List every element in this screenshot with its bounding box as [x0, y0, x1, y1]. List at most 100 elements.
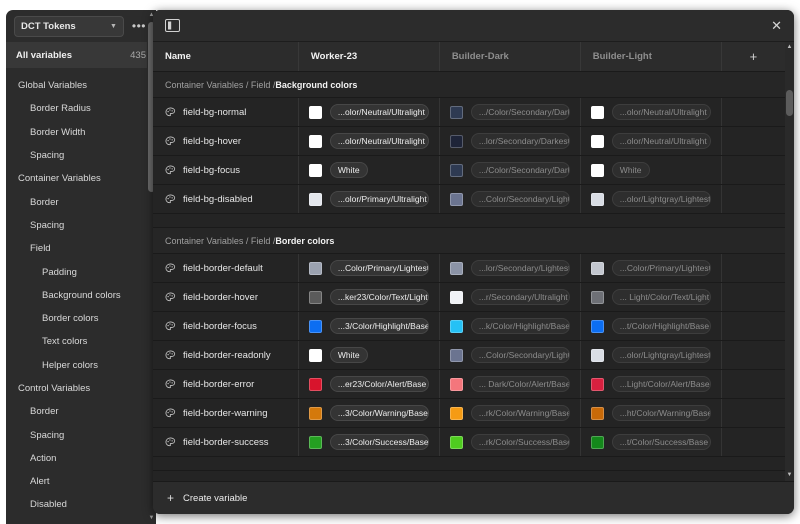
alias-chip[interactable]: ...r/Secondary/Ultralight: [470, 289, 570, 305]
color-swatch[interactable]: [308, 105, 322, 119]
variable-value-cell[interactable]: .../Color/Secondary/Dark: [440, 156, 581, 184]
color-swatch[interactable]: [590, 377, 604, 391]
variable-value-cell[interactable]: ...ht/Color/Warning/Base: [581, 399, 722, 427]
color-swatch[interactable]: [308, 163, 322, 177]
variable-value-cell[interactable]: ...olor/Lightgray/Lightest: [581, 185, 722, 213]
color-swatch[interactable]: [449, 348, 463, 362]
variable-value-cell[interactable]: ...olor/Neutral/Ultralight: [299, 127, 440, 155]
variable-value-cell[interactable]: ... Dark/Color/Alert/Base: [440, 370, 581, 398]
variable-value-cell[interactable]: ...Color/Secondary/Light: [440, 341, 581, 369]
variable-name-cell[interactable]: field-border-default: [153, 254, 299, 282]
alias-chip[interactable]: ...olor/Neutral/Ultralight: [611, 104, 711, 120]
color-swatch[interactable]: [308, 192, 322, 206]
color-swatch[interactable]: [449, 377, 463, 391]
color-swatch[interactable]: [449, 319, 463, 333]
sidebar-item-spacing[interactable]: Spacing: [6, 423, 156, 446]
color-swatch[interactable]: [590, 406, 604, 420]
color-swatch[interactable]: [590, 290, 604, 304]
color-swatch[interactable]: [308, 377, 322, 391]
table-row[interactable]: field-border-success ...3/Color/Success/B…: [153, 428, 785, 457]
variable-value-cell[interactable]: ...olor/Neutral/Ultralight: [299, 98, 440, 126]
variable-value-cell[interactable]: ...ker23/Color/Text/Light: [299, 283, 440, 311]
table-row[interactable]: field-border-hover ...ker23/Color/Text/Li…: [153, 283, 785, 312]
column-header-builder-light[interactable]: Builder-Light: [581, 42, 722, 71]
sidebar-item-alert[interactable]: Alert: [6, 470, 156, 493]
table-row[interactable]: field-border-readonly White ...Color/Secon…: [153, 341, 785, 370]
alias-chip[interactable]: ...Color/Primary/Lightest: [329, 260, 429, 276]
color-swatch[interactable]: [449, 261, 463, 275]
table-scrollbar-thumb[interactable]: [786, 90, 793, 116]
variable-name-cell[interactable]: field-border-focus: [153, 312, 299, 340]
sidebar-item-disabled[interactable]: Disabled: [6, 493, 156, 516]
more-options-icon[interactable]: •••: [130, 20, 148, 32]
variable-value-cell[interactable]: White: [581, 156, 722, 184]
alias-chip[interactable]: .../Color/Secondary/Dark: [470, 104, 570, 120]
sidebar-item-control-variables[interactable]: Control Variables: [6, 377, 156, 400]
variable-name-cell[interactable]: field-bg-disabled: [153, 185, 299, 213]
alias-chip[interactable]: ...ker23/Color/Text/Light: [329, 289, 429, 305]
color-swatch[interactable]: [449, 192, 463, 206]
alias-chip[interactable]: ...olor/Primary/Ultralight: [329, 191, 429, 207]
variable-value-cell[interactable]: ...rk/Color/Success/Base: [440, 428, 581, 456]
variable-value-cell[interactable]: ...t/Color/Highlight/Base: [581, 312, 722, 340]
alias-chip[interactable]: ...t/Color/Success/Base: [611, 434, 711, 450]
column-header-worker-23[interactable]: Worker-23: [299, 42, 440, 71]
sidebar-item-all-variables[interactable]: All variables 435: [6, 42, 156, 68]
scroll-down-icon[interactable]: ▼: [147, 514, 156, 523]
alias-chip[interactable]: ...olor/Neutral/Ultralight: [329, 104, 429, 120]
sidebar-item-helper-colors[interactable]: Helper colors: [6, 354, 156, 377]
color-swatch[interactable]: [308, 435, 322, 449]
variable-value-cell[interactable]: ...rk/Color/Warning/Base: [440, 399, 581, 427]
variable-value-cell[interactable]: ...3/Color/Warning/Base: [299, 399, 440, 427]
alias-chip[interactable]: ...olor/Lightgray/Lightest: [611, 347, 711, 363]
sidebar-item-global-variables[interactable]: Global Variables: [6, 74, 156, 97]
variable-name-cell[interactable]: field-bg-focus: [153, 156, 299, 184]
color-swatch[interactable]: [449, 290, 463, 304]
alias-chip[interactable]: ...er23/Color/Alert/Base: [329, 376, 429, 392]
variable-value-cell[interactable]: White: [299, 341, 440, 369]
variable-name-cell[interactable]: field-bg-hover: [153, 127, 299, 155]
sidebar-item-action[interactable]: Action: [6, 447, 156, 470]
table-row[interactable]: field-bg-hover ...olor/Neutral/Ultralight…: [153, 127, 785, 156]
close-icon[interactable]: ✕: [771, 19, 782, 32]
table-scrollbar[interactable]: ▲ ▼: [785, 42, 794, 481]
color-swatch[interactable]: [590, 261, 604, 275]
color-swatch[interactable]: [449, 435, 463, 449]
create-variable-button[interactable]: + Create variable: [153, 481, 794, 514]
sidebar-item-padding[interactable]: Padding: [6, 260, 156, 283]
table-row[interactable]: field-border-error ...er23/Color/Alert/Ba…: [153, 370, 785, 399]
color-swatch[interactable]: [308, 290, 322, 304]
color-swatch[interactable]: [590, 348, 604, 362]
color-swatch[interactable]: [590, 163, 604, 177]
variable-name-cell[interactable]: field-border-error: [153, 370, 299, 398]
variable-value-cell[interactable]: ...Color/Secondary/Light: [440, 185, 581, 213]
alias-chip[interactable]: ...olor/Neutral/Ultralight: [611, 133, 711, 149]
variable-value-cell[interactable]: ...3/Color/Success/Base: [299, 428, 440, 456]
alias-chip[interactable]: ...Color/Secondary/Light: [470, 347, 570, 363]
table-row[interactable]: field-bg-focus White .../Color/Secondary/D…: [153, 156, 785, 185]
alias-chip[interactable]: ...Color/Primary/Lightest: [611, 260, 711, 276]
color-swatch[interactable]: [308, 134, 322, 148]
variable-name-cell[interactable]: field-bg-normal: [153, 98, 299, 126]
variable-value-cell[interactable]: ...olor/Neutral/Ultralight: [581, 98, 722, 126]
scroll-down-icon[interactable]: ▼: [785, 471, 794, 480]
alias-chip[interactable]: ...Color/Secondary/Light: [470, 191, 570, 207]
alias-chip[interactable]: ...lor/Secondary/Darkest: [470, 133, 570, 149]
variable-name-cell[interactable]: field-border-hover: [153, 283, 299, 311]
variable-value-cell[interactable]: ...lor/Secondary/Darkest: [440, 127, 581, 155]
sidebar-item-container-variables[interactable]: Container Variables: [6, 167, 156, 190]
sidebar-item-border[interactable]: Border: [6, 400, 156, 423]
sidebar-item-border[interactable]: Border: [6, 190, 156, 213]
variable-value-cell[interactable]: ... Light/Color/Text/Light: [581, 283, 722, 311]
table-row[interactable]: field-bg-normal ...olor/Neutral/Ultraligh…: [153, 98, 785, 127]
alias-chip[interactable]: ... Dark/Color/Alert/Base: [470, 376, 570, 392]
variable-value-cell[interactable]: ...3/Color/Highlight/Base: [299, 312, 440, 340]
table-row[interactable]: field-border-default ...Color/Primary/Lig…: [153, 254, 785, 283]
color-swatch[interactable]: [590, 105, 604, 119]
variable-value-cell[interactable]: White: [299, 156, 440, 184]
alias-chip[interactable]: ...lor/Secondary/Lightest: [470, 260, 570, 276]
alias-chip[interactable]: ... Light/Color/Text/Light: [611, 289, 711, 305]
color-swatch[interactable]: [590, 134, 604, 148]
color-swatch[interactable]: [308, 261, 322, 275]
variable-name-cell[interactable]: field-border-success: [153, 428, 299, 456]
